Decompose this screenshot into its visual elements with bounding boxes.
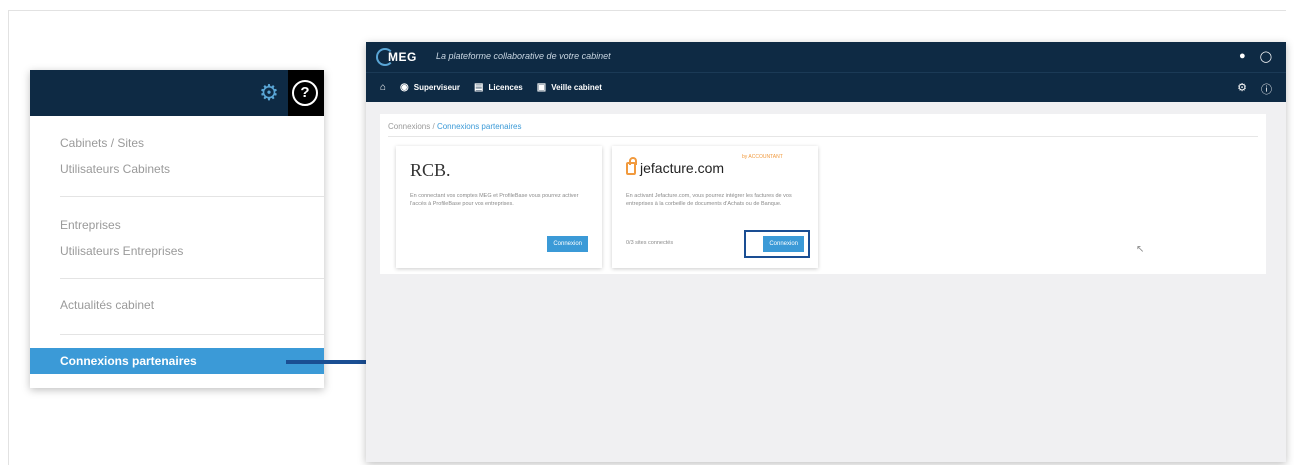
main-nav: ⌂ ◉ Superviseur ▤ Licences ▣ Veille cabi… [380, 82, 602, 93]
frame-border-left [8, 10, 9, 465]
binoculars-icon: ▣ [536, 82, 547, 93]
user-controls: ● ◯ [1239, 50, 1272, 63]
gear-icon[interactable]: ⚙ [254, 78, 284, 108]
nav-label: Superviseur [413, 83, 461, 92]
partner-logo: RCB. [410, 160, 451, 180]
menu-item-utilisateurs-entreprises[interactable]: Utilisateurs Entreprises [60, 244, 183, 258]
menu-divider [60, 334, 324, 335]
partner-logo: jefacture.com [626, 156, 725, 176]
breadcrumb-current: Connexions partenaires [436, 122, 522, 131]
top-bar: MEG La plateforme collaborative de votre… [366, 42, 1286, 72]
breadcrumb-divider [388, 136, 1258, 137]
connexion-button[interactable]: Connexion [763, 236, 804, 252]
breadcrumb: Connexions / Connexions partenaires [388, 122, 521, 131]
menu-header: ⚙ ? [30, 70, 324, 116]
mouse-cursor-icon: ↖ [1136, 244, 1145, 255]
help-circle-icon[interactable]: ? [292, 80, 318, 106]
partner-logo-tag: by ACCOUNTANT [742, 154, 783, 160]
logo-text: MEG [388, 50, 417, 64]
nav-veille-cabinet[interactable]: ▣ Veille cabinet [537, 82, 602, 93]
app-window: MEG La plateforme collaborative de votre… [366, 42, 1286, 462]
settings-controls: ⚙ ⓘ [1237, 81, 1272, 97]
settings-menu-zoom: ⚙ ? Cabinets / Sites Utilisateurs Cabine… [30, 70, 324, 388]
menu-divider [60, 278, 324, 279]
nav-licences[interactable]: ▤ Licences [474, 82, 523, 93]
partner-logo-text: jefacture.com [640, 160, 725, 176]
lock-icon [626, 156, 637, 175]
nav-superviseur[interactable]: ◉ Superviseur [400, 82, 460, 93]
nav-label: Veille cabinet [551, 83, 602, 92]
partner-card-jefacture: jefacture.com by ACCOUNTANT En activant … [612, 146, 818, 268]
power-icon[interactable]: ◯ [1260, 50, 1272, 63]
breadcrumb-root[interactable]: Connexions [388, 122, 430, 131]
main-content: Connexions / Connexions partenaires RCB.… [380, 114, 1266, 274]
eye-icon: ◉ [400, 82, 409, 93]
document-icon: ▤ [474, 82, 484, 93]
menu-divider [60, 196, 324, 197]
menu-item-label: Connexions partenaires [60, 354, 197, 368]
partner-description: En connectant vos comptes MEG et Profile… [410, 193, 579, 207]
connexion-button[interactable]: Connexion [547, 236, 588, 252]
user-icon[interactable]: ● [1239, 50, 1246, 63]
meg-logo[interactable]: MEG [376, 48, 417, 66]
nav-home[interactable]: ⌂ [380, 82, 386, 93]
menu-item-entreprises[interactable]: Entreprises [60, 218, 121, 232]
help-circle-icon[interactable]: ⓘ [1261, 81, 1272, 97]
home-icon: ⌂ [380, 82, 387, 93]
app-tagline: La plateforme collaborative de votre cab… [436, 51, 611, 61]
connection-status: 0/3 sites connectés [626, 240, 674, 246]
nav-label: Licences [488, 83, 523, 92]
partner-card-rcb: RCB. En connectant vos comptes MEG et Pr… [396, 146, 602, 268]
menu-item-connexions-partenaires[interactable]: Connexions partenaires [30, 348, 324, 374]
menu-item-cabinets-sites[interactable]: Cabinets / Sites [60, 136, 144, 150]
breadcrumb-separator: / [432, 122, 435, 131]
screenshot-stage: ⚙ ? Cabinets / Sites Utilisateurs Cabine… [0, 0, 1294, 465]
gear-icon[interactable]: ⚙ [1237, 81, 1247, 97]
menu-item-actualites-cabinet[interactable]: Actualités cabinet [60, 298, 154, 312]
nav-bar: ⌂ ◉ Superviseur ▤ Licences ▣ Veille cabi… [366, 72, 1286, 102]
menu-item-utilisateurs-cabinets[interactable]: Utilisateurs Cabinets [60, 162, 170, 176]
frame-border-top [8, 10, 1286, 11]
partner-description: En activant Jefacture.com, vous pourrez … [626, 193, 792, 207]
